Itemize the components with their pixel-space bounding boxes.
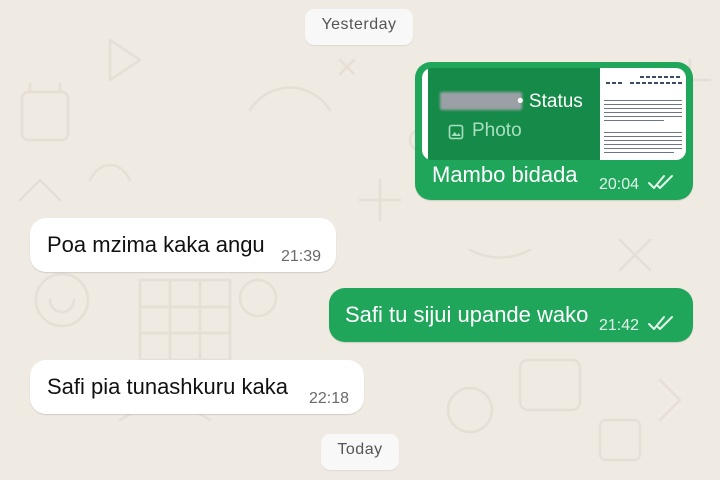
date-separator-yesterday: Yesterday bbox=[305, 9, 413, 45]
quoted-status-reply[interactable]: • Status Photo bbox=[422, 68, 686, 160]
date-separator-today: Today bbox=[321, 434, 399, 470]
message-text: Safi tu sijui upande wako bbox=[345, 302, 589, 327]
quote-accent-bar bbox=[422, 68, 428, 160]
image-icon bbox=[448, 124, 464, 140]
read-receipt-icon bbox=[648, 316, 673, 330]
message-bubble-incoming[interactable]: Poa mzima kaka angu 21:39 bbox=[30, 218, 336, 272]
read-receipt-icon bbox=[648, 175, 673, 189]
message-text: Mambo bidada bbox=[432, 162, 578, 187]
message-bubble-outgoing[interactable]: • Status Photo Mambo bidada 20:04 bbox=[415, 62, 693, 200]
message-bubble-outgoing[interactable]: Safi tu sijui upande wako 21:42 bbox=[329, 288, 693, 342]
message-text: Poa mzima kaka angu bbox=[47, 232, 265, 257]
message-bubble-incoming[interactable]: Safi pia tunashkuru kaka 22:18 bbox=[30, 360, 364, 414]
status-photo-thumbnail bbox=[600, 68, 686, 160]
message-time: 21:42 bbox=[599, 317, 640, 334]
redacted-contact-name bbox=[440, 92, 522, 110]
quote-source-label: • Status bbox=[517, 91, 583, 112]
message-time: 22:18 bbox=[309, 390, 350, 407]
quote-media-type: Photo bbox=[472, 120, 522, 141]
message-time: 20:04 bbox=[599, 176, 640, 193]
message-time: 21:39 bbox=[281, 248, 322, 265]
message-text: Safi pia tunashkuru kaka bbox=[47, 374, 288, 399]
